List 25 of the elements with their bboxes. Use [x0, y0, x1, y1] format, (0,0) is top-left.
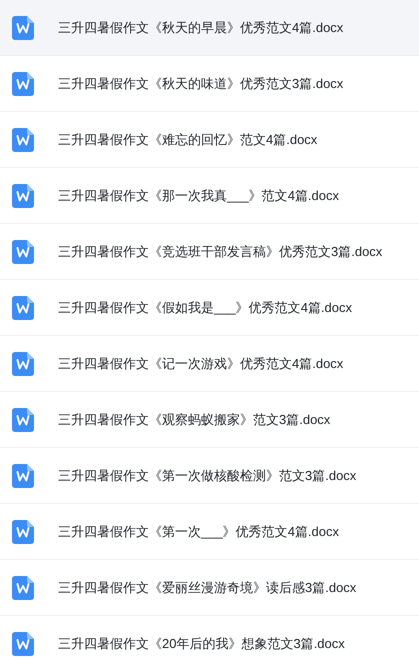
file-name: 三升四暑假作文《那一次我真___》范文4篇.docx: [58, 186, 339, 205]
document-icon: [12, 72, 34, 96]
file-name: 三升四暑假作文《记一次游戏》优秀范文4篇.docx: [58, 354, 344, 373]
file-name: 三升四暑假作文《20年后的我》想象范文3篇.docx: [58, 634, 345, 653]
file-row[interactable]: 三升四暑假作文《秋天的早晨》优秀范文4篇.docx: [0, 0, 419, 56]
file-name: 三升四暑假作文《竞选班干部发言稿》优秀范文3篇.docx: [58, 242, 382, 261]
file-name: 三升四暑假作文《爱丽丝漫游奇境》读后感3篇.docx: [58, 578, 356, 597]
file-name: 三升四暑假作文《观察蚂蚁搬家》范文3篇.docx: [58, 410, 330, 429]
file-name: 三升四暑假作文《假如我是___》优秀范文4篇.docx: [58, 298, 352, 317]
file-name: 三升四暑假作文《第一次做核酸检测》范文3篇.docx: [58, 466, 356, 485]
document-icon: [12, 632, 34, 656]
document-icon: [12, 128, 34, 152]
document-icon: [12, 576, 34, 600]
document-icon: [12, 240, 34, 264]
document-icon: [12, 16, 34, 40]
document-icon: [12, 408, 34, 432]
file-name: 三升四暑假作文《难忘的回忆》范文4篇.docx: [58, 130, 318, 149]
file-name: 三升四暑假作文《秋天的早晨》优秀范文4篇.docx: [58, 18, 344, 37]
document-icon: [12, 464, 34, 488]
document-icon: [12, 296, 34, 320]
document-icon: [12, 184, 34, 208]
file-name: 三升四暑假作文《秋天的味道》优秀范文3篇.docx: [58, 74, 344, 93]
file-name: 三升四暑假作文《第一次___》优秀范文4篇.docx: [58, 522, 339, 541]
document-icon: [12, 520, 34, 544]
document-icon: [12, 352, 34, 376]
